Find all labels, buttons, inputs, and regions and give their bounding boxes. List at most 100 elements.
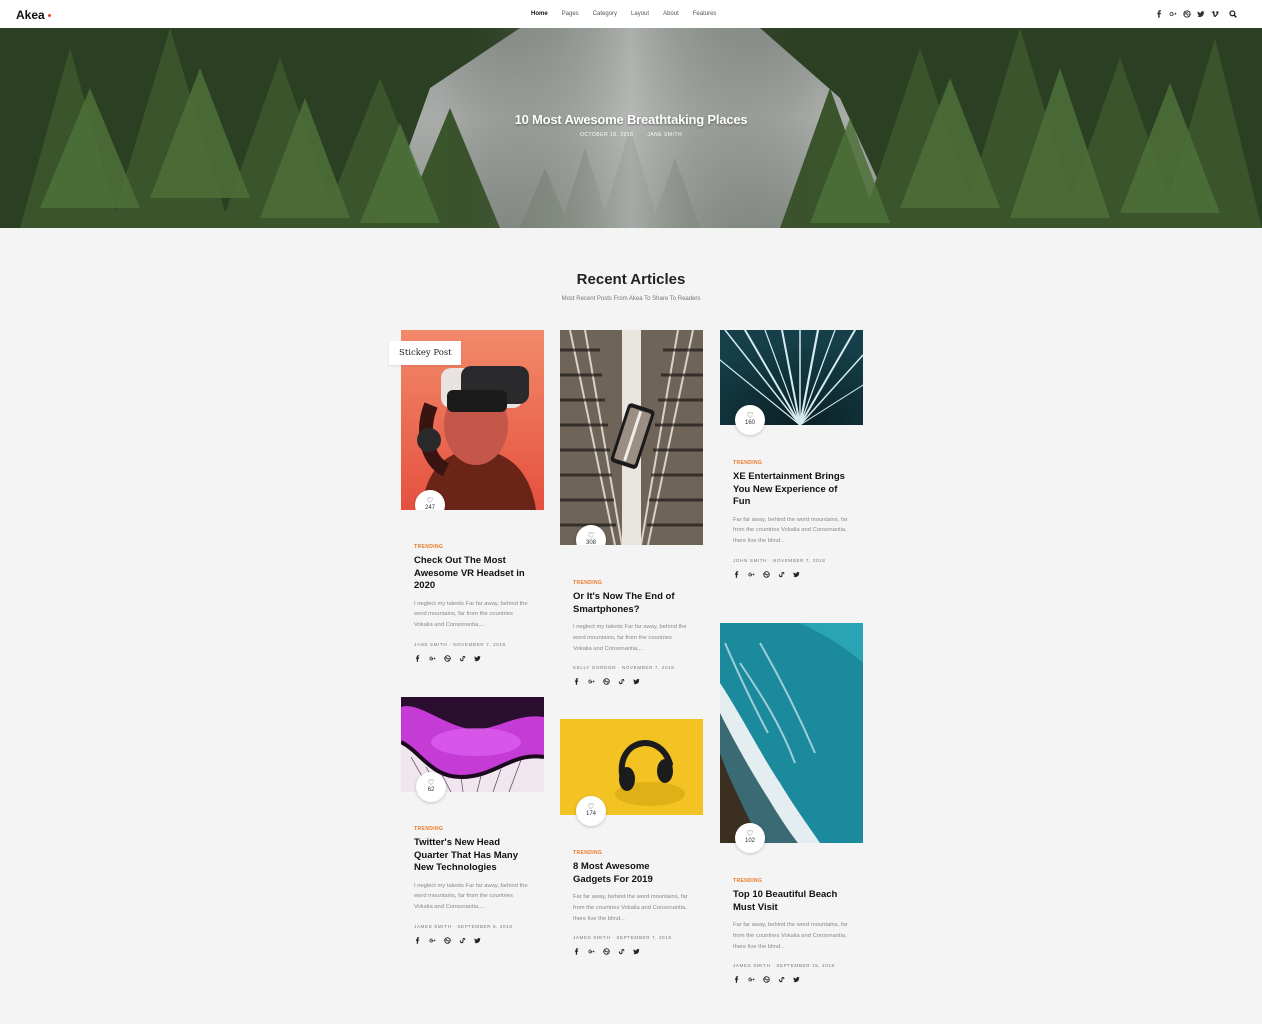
article-category[interactable]: TRENDING — [414, 544, 531, 550]
menu-item-pages[interactable]: Pages — [562, 11, 579, 17]
article-category[interactable]: TRENDING — [573, 580, 690, 586]
article-category[interactable]: TRENDING — [414, 826, 531, 832]
google-plus-icon[interactable] — [1169, 10, 1177, 18]
dribbble-icon[interactable] — [763, 976, 770, 984]
article-thumbnail[interactable] — [720, 623, 863, 843]
google-plus-icon[interactable] — [748, 571, 755, 578]
article-title[interactable]: XE Entertainment Brings You New Experien… — [733, 471, 850, 509]
facebook-icon[interactable] — [414, 655, 421, 662]
stumbleupon-icon[interactable] — [618, 678, 625, 685]
google-plus-icon[interactable] — [748, 976, 755, 983]
menu-item-about[interactable]: About — [663, 11, 679, 17]
article-category[interactable]: TRENDING — [733, 878, 850, 884]
menu-item-category[interactable]: Category — [593, 11, 617, 17]
hero-meta: OCTOBER 18, 2018 JANE SMITH — [0, 132, 1262, 138]
article-category[interactable]: TRENDING — [573, 850, 690, 856]
like-button[interactable]: ♡ 174 — [576, 796, 606, 826]
vimeo-icon[interactable] — [1211, 10, 1219, 18]
article-meta: JAMES SMITH · SEPTEMBER 7, 2018 — [573, 935, 672, 941]
twitter-icon[interactable] — [633, 948, 640, 955]
stumbleupon-icon[interactable] — [459, 937, 466, 944]
article-thumbnail[interactable]: ♡ 308 — [560, 330, 703, 545]
facebook-icon[interactable] — [733, 976, 740, 984]
article-excerpt: I neglect my talents Far far away, behin… — [414, 882, 528, 911]
google-plus-icon[interactable] — [429, 655, 436, 662]
section-title: Recent Articles — [576, 271, 686, 288]
google-plus-icon[interactable] — [588, 678, 595, 685]
article-meta: JANE SMITH · NOVEMBER 7, 2018 — [414, 641, 506, 647]
top-navbar: Akea Home Pages Category Layout About Fe… — [0, 0, 1262, 28]
facebook-icon[interactable] — [733, 571, 740, 578]
twitter-icon[interactable] — [1197, 10, 1205, 18]
article-excerpt: Far far away, behind the word mountains,… — [573, 894, 688, 922]
dribbble-icon[interactable] — [1183, 10, 1191, 18]
article-meta: JAMES SMITH · SEPTEMBER 5, 2018 — [414, 923, 513, 929]
share-links — [573, 948, 690, 956]
stumbleupon-icon[interactable] — [618, 948, 625, 955]
hero-title[interactable]: 10 Most Awesome Breathtaking Places — [0, 112, 1262, 127]
twitter-icon[interactable] — [793, 976, 800, 983]
twitter-icon[interactable] — [474, 655, 481, 662]
heart-icon: ♡ — [427, 778, 435, 787]
article-meta: JAMES SMITH · SEPTEMBER 15, 2018 — [733, 963, 835, 969]
menu-item-features[interactable]: Features — [693, 11, 717, 17]
facebook-icon[interactable] — [573, 678, 580, 686]
dribbble-icon[interactable] — [444, 655, 451, 662]
facebook-icon[interactable] — [573, 948, 580, 956]
facebook-icon[interactable] — [414, 937, 421, 944]
facebook-icon[interactable] — [1155, 10, 1163, 18]
article-title[interactable]: Check Out The Most Awesome VR Headset in… — [414, 555, 531, 593]
twitter-icon[interactable] — [474, 937, 481, 944]
article-meta: KELLY GORDON · NOVEMBER 7, 2018 — [573, 665, 675, 671]
sticky-post-label: Stickey Post — [389, 341, 461, 365]
hero-author[interactable]: JANE SMITH — [647, 132, 682, 138]
heart-icon: ♡ — [746, 411, 754, 420]
like-button[interactable]: ♡ 62 — [416, 772, 446, 802]
dribbble-icon[interactable] — [603, 948, 610, 956]
section-subtitle: Most Recent Posts From Akea To Share To … — [561, 296, 701, 302]
share-links — [414, 655, 531, 662]
article-excerpt: Far far away, behind the word mountains,… — [733, 922, 848, 950]
article-card: ♡ 308 TRENDING Or It's Now The End of Sm… — [560, 330, 703, 686]
dribbble-icon[interactable] — [444, 937, 451, 944]
google-plus-icon[interactable] — [588, 948, 595, 955]
google-plus-icon[interactable] — [429, 937, 436, 944]
smartphone-building-image — [560, 330, 703, 545]
share-links — [733, 571, 850, 578]
stumbleupon-icon[interactable] — [778, 976, 785, 983]
stumbleupon-icon[interactable] — [778, 571, 785, 578]
forest-background-image — [0, 28, 1262, 228]
article-card: ♡ 247 TRENDING Check Out The Most Awesom… — [401, 330, 544, 662]
twitter-icon[interactable] — [793, 571, 800, 578]
article-excerpt: I neglect my talents Far far away, behin… — [573, 624, 687, 652]
dribbble-icon[interactable] — [763, 571, 770, 578]
menu-item-layout[interactable]: Layout — [631, 11, 649, 17]
main-menu: Home Pages Category Layout About Feature… — [531, 11, 716, 17]
dribbble-icon[interactable] — [603, 678, 610, 686]
share-links — [573, 678, 690, 686]
site-logo[interactable]: Akea — [16, 8, 51, 22]
heart-icon: ♡ — [587, 531, 595, 540]
heart-icon: ♡ — [426, 496, 434, 505]
article-card: ♡ 62 TRENDING Twitter's New Head Quarter… — [401, 697, 544, 944]
stumbleupon-icon[interactable] — [459, 655, 466, 662]
hero-date: OCTOBER 18, 2018 — [579, 132, 634, 138]
search-icon[interactable] — [1229, 10, 1237, 18]
twitter-icon[interactable] — [633, 678, 640, 685]
header-social-links — [1155, 10, 1219, 18]
heart-icon: ♡ — [587, 802, 595, 811]
article-title[interactable]: Top 10 Beautiful Beach Must Visit — [733, 889, 850, 914]
menu-item-home[interactable]: Home — [531, 11, 548, 17]
logo-dot — [47, 14, 51, 18]
article-title[interactable]: Or It's Now The End of Smartphones? — [573, 591, 690, 616]
article-card: ♡ 160 TRENDING XE Entertainment Brings Y… — [720, 330, 863, 578]
hero-banner[interactable]: 10 Most Awesome Breathtaking Places OCTO… — [0, 28, 1262, 228]
article-title[interactable]: Twitter's New Head Quarter That Has Many… — [414, 837, 531, 875]
ocean-beach-image — [720, 623, 863, 843]
article-card: ♡ 174 TRENDING 8 Most Awesome Gadgets Fo… — [560, 719, 703, 956]
article-category[interactable]: TRENDING — [733, 460, 850, 466]
like-button[interactable]: ♡ 160 — [735, 405, 765, 435]
article-card: ♡ 102 TRENDING Top 10 Beautiful Beach Mu… — [720, 623, 863, 984]
like-button[interactable]: ♡ 102 — [735, 823, 765, 853]
article-title[interactable]: 8 Most Awesome Gadgets For 2019 — [573, 861, 690, 886]
